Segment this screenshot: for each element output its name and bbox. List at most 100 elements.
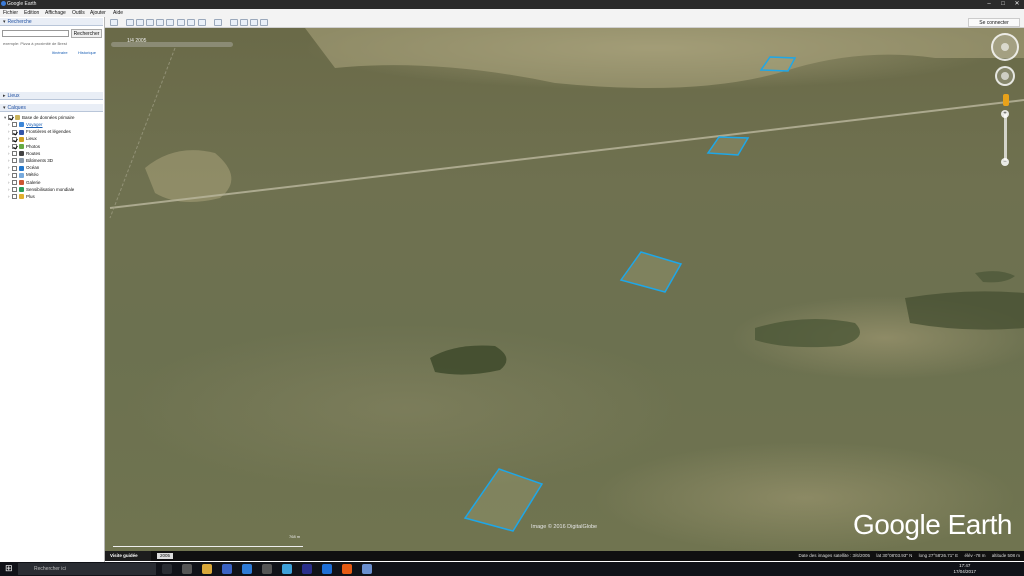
- layers-panel-header[interactable]: ▾ Calques: [0, 104, 103, 112]
- ruler-icon[interactable]: [214, 19, 222, 26]
- menu-edition[interactable]: Edition: [24, 10, 39, 16]
- zoom-out-button[interactable]: −: [1001, 158, 1009, 166]
- polygon-overlay[interactable]: [463, 468, 544, 532]
- layer-item[interactable]: › Sensibilisation mondiale: [8, 186, 74, 193]
- record-tour-icon[interactable]: [166, 19, 174, 26]
- history-link[interactable]: Historique: [78, 50, 96, 55]
- google-earth-logo: Google Earth: [853, 509, 1013, 540]
- toolbar: Se connecter: [105, 17, 1024, 28]
- layer-item[interactable]: › Océan: [8, 164, 39, 171]
- google-maps-icon[interactable]: [250, 19, 258, 26]
- layer-checkbox[interactable]: [12, 179, 17, 185]
- layer-checkbox[interactable]: [12, 143, 17, 149]
- clock-date: 17/04/2017: [953, 569, 976, 574]
- longitude: long 27°58'26.71" E: [918, 553, 959, 558]
- firefox-icon[interactable]: [342, 564, 352, 574]
- tour-guide-button[interactable]: Visite guidée: [105, 551, 151, 561]
- polygon-overlay[interactable]: [706, 136, 750, 156]
- look-joystick[interactable]: [991, 33, 1019, 61]
- google-earth-task-icon[interactable]: [362, 564, 372, 574]
- image-overlay-icon[interactable]: [156, 19, 164, 26]
- photoshop-icon[interactable]: [302, 564, 312, 574]
- layer-item[interactable]: › Plus: [8, 193, 35, 200]
- satellite-terrain: [109, 28, 1024, 532]
- layer-checkbox[interactable]: [12, 165, 17, 171]
- street-view-pegman-icon[interactable]: [1003, 94, 1009, 106]
- maximize-button[interactable]: □: [996, 0, 1010, 9]
- search-input[interactable]: [2, 30, 69, 37]
- store-icon[interactable]: [182, 564, 192, 574]
- layer-checkbox[interactable]: [12, 122, 17, 128]
- layer-item[interactable]: › Voyager: [8, 121, 43, 128]
- task-view-icon[interactable]: [162, 564, 172, 574]
- print-icon[interactable]: [240, 19, 248, 26]
- menu-affichage[interactable]: Affichage: [45, 10, 66, 16]
- layer-root[interactable]: ▾ Base de données primaire: [4, 114, 75, 121]
- layer-item[interactable]: › Bâtiments 3D: [8, 157, 53, 164]
- path-icon[interactable]: [146, 19, 154, 26]
- menu-aide[interactable]: Aide: [113, 10, 123, 16]
- layer-checkbox[interactable]: [12, 158, 17, 164]
- taskbar: Rechercher ici 17:47 17/04/2017: [0, 562, 1024, 576]
- save-image-icon[interactable]: [260, 19, 268, 26]
- move-joystick[interactable]: [995, 66, 1015, 86]
- app-icon[interactable]: [222, 564, 232, 574]
- layer-label: Météo: [26, 172, 39, 178]
- close-button[interactable]: ✕: [1010, 0, 1024, 9]
- layer-label: Sensibilisation mondiale: [26, 186, 75, 192]
- search-button[interactable]: Rechercher: [71, 29, 102, 38]
- collapse-arrow-icon: ▾: [3, 19, 6, 25]
- layer-root-label: Base de données primaire: [22, 115, 75, 120]
- layer-checkbox[interactable]: [12, 129, 17, 135]
- polygon-icon[interactable]: [136, 19, 144, 26]
- edge-icon[interactable]: [322, 564, 332, 574]
- minimize-button[interactable]: –: [982, 0, 996, 9]
- layer-item[interactable]: › Galerie: [8, 179, 41, 186]
- placemark-icon[interactable]: [126, 19, 134, 26]
- clock[interactable]: 17:47 17/04/2017: [953, 563, 976, 575]
- search-panel-header[interactable]: ▾ Recherche: [0, 18, 103, 26]
- window-title: Google Earth: [7, 1, 37, 7]
- sun-icon[interactable]: [187, 19, 195, 26]
- signin-button[interactable]: Se connecter: [968, 18, 1020, 27]
- layers-panel-title: Calques: [7, 105, 26, 111]
- layer-checkbox[interactable]: [12, 136, 17, 142]
- layer-label: Lieux: [26, 136, 37, 142]
- app-icon[interactable]: [262, 564, 272, 574]
- layer-item[interactable]: › Frontières et légendes: [8, 128, 71, 135]
- historical-imagery-icon[interactable]: [177, 19, 185, 26]
- history-chip[interactable]: 2005: [157, 553, 174, 559]
- polygon-overlay[interactable]: [619, 251, 683, 293]
- layer-checkbox[interactable]: [12, 187, 17, 193]
- planets-icon[interactable]: [198, 19, 206, 26]
- earth-view[interactable]: 1/4 2005 + − 768 m Image © 2016 DigitalG…: [105, 28, 1024, 551]
- layer-checkbox[interactable]: [12, 172, 17, 178]
- email-icon[interactable]: [230, 19, 238, 26]
- places-panel-header[interactable]: ▸ Lieux: [0, 92, 103, 100]
- layer-item[interactable]: › Météo: [8, 171, 39, 178]
- layer-icon: [19, 179, 24, 185]
- zoom-slider[interactable]: [1004, 114, 1007, 162]
- layer-label: Plus: [26, 194, 35, 199]
- windows-start-icon[interactable]: [0, 562, 18, 576]
- app-icon[interactable]: [242, 564, 252, 574]
- move-icon: [1001, 72, 1009, 80]
- app-icon[interactable]: [282, 564, 292, 574]
- taskbar-search[interactable]: Rechercher ici: [18, 563, 156, 575]
- layer-item[interactable]: › Photos: [8, 143, 40, 150]
- layer-checkbox[interactable]: [12, 194, 17, 200]
- imagery-date: Date des images satellite : 3/6/2005: [798, 553, 871, 558]
- menu-fichier[interactable]: Fichier: [3, 10, 18, 16]
- file-explorer-icon[interactable]: [202, 564, 212, 574]
- menu-ajouter[interactable]: Ajouter: [90, 10, 106, 16]
- sidebar-toggle-icon[interactable]: [110, 19, 118, 26]
- layer-item[interactable]: › Lieux: [8, 135, 37, 142]
- layer-icon: [19, 194, 24, 200]
- layer-item[interactable]: › Routes: [8, 150, 40, 157]
- elevation: élév -78 m: [964, 553, 986, 558]
- menu-outils[interactable]: Outils: [72, 10, 85, 16]
- layer-label: Photos: [26, 143, 41, 149]
- directions-link[interactable]: Itinéraire: [52, 50, 68, 55]
- layer-checkbox[interactable]: [12, 151, 17, 157]
- layer-checkbox[interactable]: [8, 115, 13, 121]
